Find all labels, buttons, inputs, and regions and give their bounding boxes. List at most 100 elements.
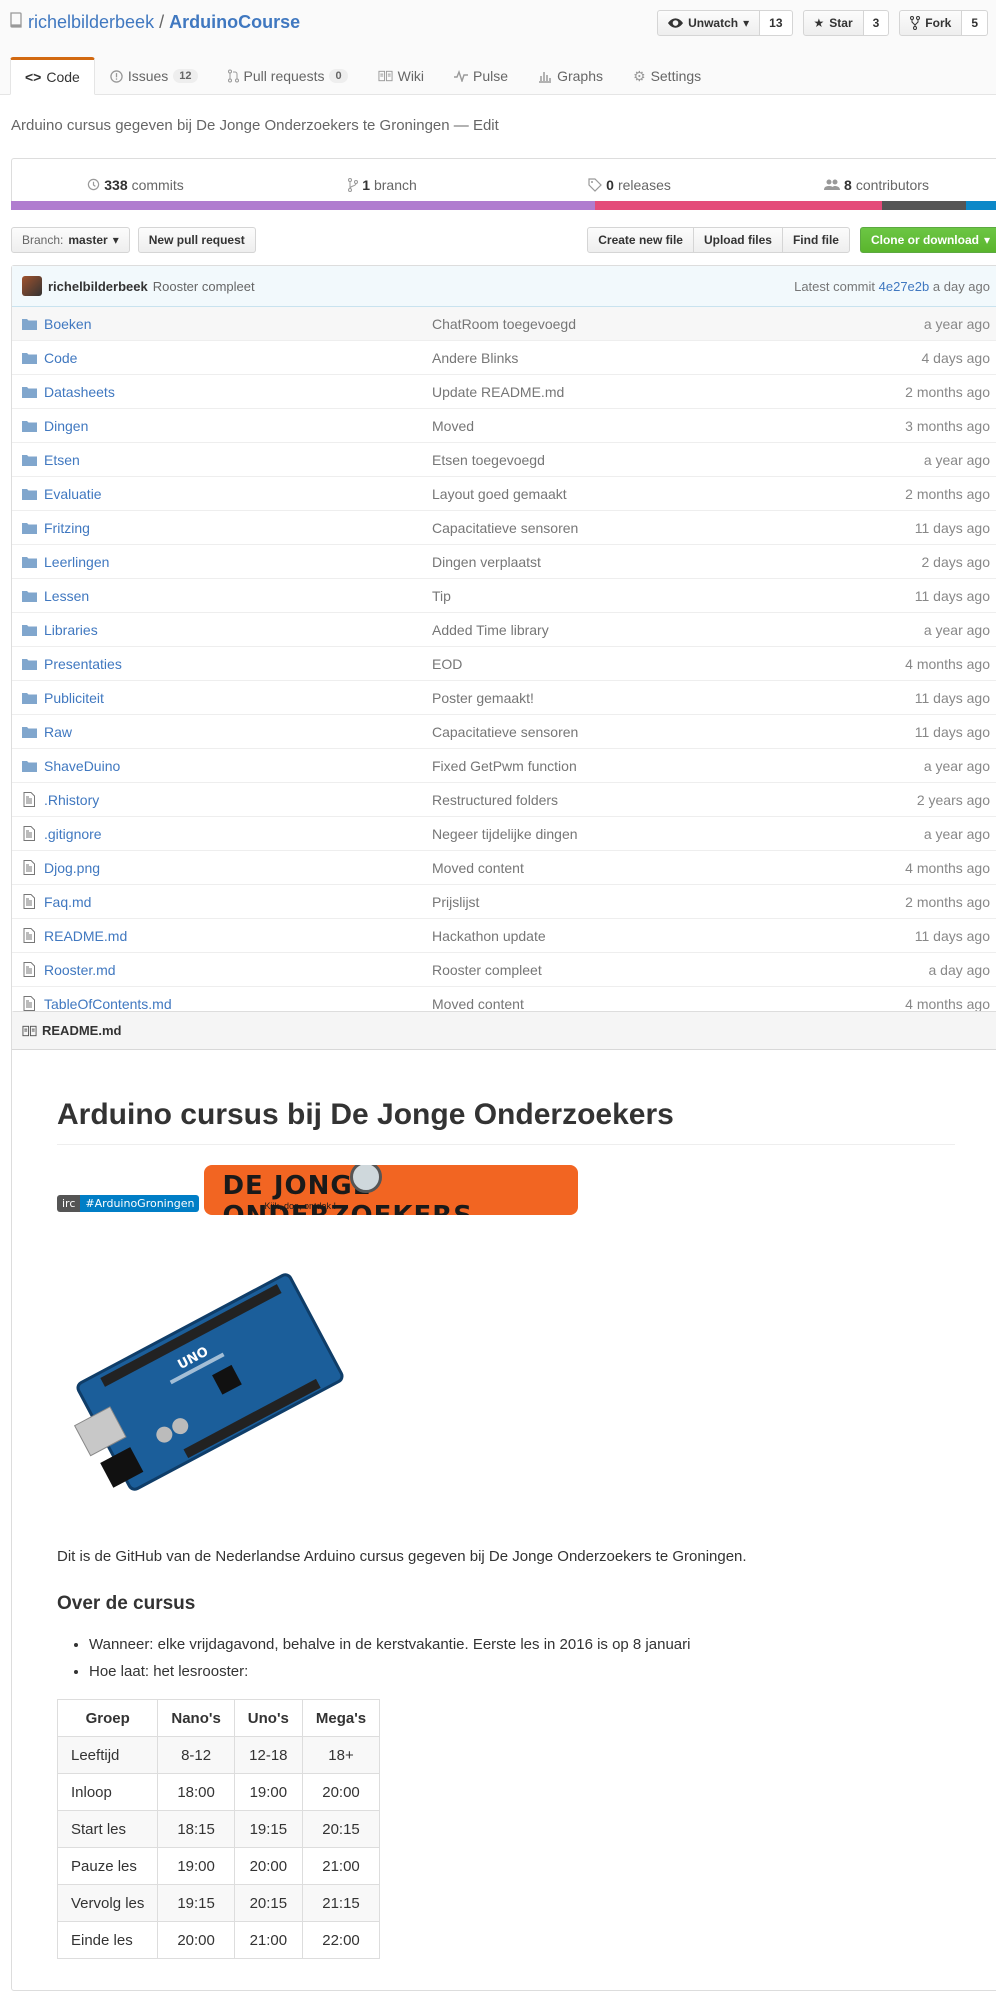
file-icon [12, 962, 44, 977]
language-segment[interactable] [882, 201, 967, 210]
tab-graphs[interactable]: Graphs [523, 57, 618, 95]
commit-message-link[interactable]: Added Time library [432, 622, 830, 638]
file-name-link[interactable]: ShaveDuino [44, 758, 432, 774]
file-name-link[interactable]: Raw [44, 724, 432, 740]
table-row: Libraries Added Time library a year ago [12, 612, 996, 646]
commit-message-link[interactable]: Negeer tijdelijke dingen [432, 826, 830, 842]
table-cell: 20:15 [233, 1884, 303, 1922]
tab-issues[interactable]: Issues 12 [95, 57, 213, 95]
repo-owner-link[interactable]: richelbilderbeek [28, 12, 154, 33]
language-segment[interactable] [11, 201, 596, 210]
commit-message-link[interactable]: Capacitatieve sensoren [432, 520, 830, 536]
avatar[interactable] [22, 276, 42, 296]
people-icon [824, 179, 841, 190]
file-navigation: Branch: master ▾ New pull request Create… [11, 227, 996, 255]
file-name-link[interactable]: Datasheets [44, 384, 432, 400]
fork-button[interactable]: Fork [899, 10, 963, 36]
commit-message-link[interactable]: Rooster compleet [432, 962, 830, 978]
find-file-button[interactable]: Find file [781, 227, 850, 253]
file-icon [12, 792, 44, 807]
file-name-link[interactable]: Djog.png [44, 860, 432, 876]
gear-icon: ⚙ [633, 67, 646, 84]
commit-message-link[interactable]: Moved [432, 418, 830, 434]
commit-age: 4 months ago [905, 655, 990, 672]
tab-wiki[interactable]: Wiki [363, 57, 439, 95]
table-row: Evaluatie Layout goed gemaakt 2 months ago [12, 476, 996, 510]
branch-select-button[interactable]: Branch: master ▾ [11, 227, 130, 253]
irc-badge[interactable]: irc #ArduinoGroningen [57, 1195, 200, 1212]
file-name-link[interactable]: Fritzing [44, 520, 432, 536]
file-name-link[interactable]: .gitignore [44, 826, 432, 842]
commit-message-link[interactable]: Restructured folders [432, 792, 830, 808]
tab-settings[interactable]: ⚙ Settings [618, 57, 716, 95]
file-name-link[interactable]: Libraries [44, 622, 432, 638]
commit-message-link[interactable]: EOD [432, 656, 830, 672]
file-name-link[interactable]: Rooster.md [44, 962, 432, 978]
file-name-link[interactable]: .Rhistory [44, 792, 432, 808]
edit-description-link[interactable]: Edit [473, 117, 499, 134]
pull-requests-counter: 0 [329, 69, 348, 83]
clone-or-download-button[interactable]: Clone or download ▾ [859, 227, 996, 253]
file-name-link[interactable]: README.md [44, 928, 432, 944]
commit-sha-link[interactable]: 4e27e2b [879, 279, 930, 294]
table-row: Lessen Tip 11 days ago [12, 578, 996, 612]
commit-age: 2 days ago [921, 553, 991, 570]
commit-message-link[interactable]: Tip [432, 588, 830, 604]
jonge-onderzoekers-logo[interactable]: DE JONGE ONDERZOEKERS Kijk, doe, ontdek … [204, 1165, 579, 1215]
language-segment[interactable] [966, 201, 996, 210]
file-name-link[interactable]: Presentaties [44, 656, 432, 672]
commit-message-link[interactable]: Update README.md [432, 384, 830, 400]
table-row: README.md Hackathon update 11 days ago [12, 918, 996, 952]
table-row: Publiciteit Poster gemaakt! 11 days ago [12, 680, 996, 714]
file-name-link[interactable]: Dingen [44, 418, 432, 434]
table-cell: Start les [56, 1810, 159, 1848]
folder-icon [12, 556, 44, 568]
commit-message-link[interactable]: Hackathon update [432, 928, 830, 944]
file-name-link[interactable]: Boeken [44, 316, 432, 332]
tab-pulse[interactable]: Pulse [439, 57, 523, 95]
commit-message-link[interactable]: ChatRoom toegevoegd [432, 316, 830, 332]
language-bar[interactable] [11, 201, 996, 210]
stargazers-count[interactable]: 3 [863, 10, 890, 36]
commit-message-link[interactable]: Moved content [432, 996, 830, 1012]
table-cell: 19:15 [233, 1810, 303, 1848]
commits-label: commits [131, 176, 184, 193]
tab-pull-requests[interactable]: Pull requests 0 [213, 57, 363, 95]
commit-message-link[interactable]: Rooster compleet [153, 279, 255, 294]
table-row: Leeftijd 8-12 12-18 18+ [56, 1736, 381, 1774]
commit-message-link[interactable]: Layout goed gemaakt [432, 486, 830, 502]
folder-icon [12, 352, 44, 364]
star-button[interactable]: ★ Star [802, 10, 864, 36]
commit-message-link[interactable]: Prijslijst [432, 894, 830, 910]
commit-message-link[interactable]: Moved content [432, 860, 830, 876]
commit-message-link[interactable]: Poster gemaakt! [432, 690, 830, 706]
commit-message-link[interactable]: Andere Blinks [432, 350, 830, 366]
fork-label: Fork [925, 16, 952, 30]
tab-code[interactable]: <> Code [10, 57, 95, 95]
upload-files-button[interactable]: Upload files [692, 227, 783, 253]
table-cell: 8-12 [157, 1736, 235, 1774]
commit-message-link[interactable]: Dingen verplaatst [432, 554, 830, 570]
commit-message-link[interactable]: Etsen toegevoegd [432, 452, 830, 468]
language-segment[interactable] [595, 201, 883, 210]
repo-name-link[interactable]: ArduinoCourse [169, 12, 300, 33]
new-pull-request-button[interactable]: New pull request [137, 227, 256, 253]
forks-count[interactable]: 5 [962, 10, 988, 36]
watchers-count[interactable]: 13 [760, 10, 793, 36]
commit-message-link[interactable]: Fixed GetPwm function [432, 758, 830, 774]
file-name-link[interactable]: Code [44, 350, 432, 366]
folder-icon [12, 624, 44, 636]
unwatch-button[interactable]: Unwatch ▾ [657, 10, 761, 36]
table-cell: Inloop [56, 1773, 159, 1811]
commit-message-link[interactable]: Capacitatieve sensoren [432, 724, 830, 740]
file-name-link[interactable]: Faq.md [44, 894, 432, 910]
file-name-link[interactable]: Etsen [44, 452, 432, 468]
file-name-link[interactable]: TableOfContents.md [44, 996, 432, 1012]
file-name-link[interactable]: Lessen [44, 588, 432, 604]
file-name-link[interactable]: Publiciteit [44, 690, 432, 706]
file-name-link[interactable]: Leerlingen [44, 554, 432, 570]
create-new-file-button[interactable]: Create new file [587, 227, 694, 253]
table-cell: 21:00 [301, 1847, 381, 1885]
file-name-link[interactable]: Evaluatie [44, 486, 432, 502]
commit-author-link[interactable]: richelbilderbeek [48, 279, 148, 294]
